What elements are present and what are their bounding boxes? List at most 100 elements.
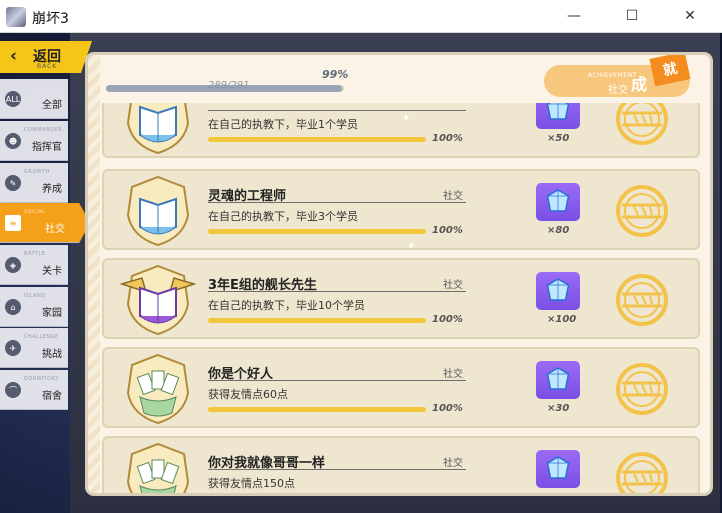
achievement-title-char-1: 成 xyxy=(631,75,648,94)
crystal-reward-icon xyxy=(536,103,580,129)
sidebar-item-label: 关卡 xyxy=(42,266,62,277)
sidebar-item-label: 宿舍 xyxy=(42,391,62,402)
book-emblem-icon xyxy=(118,103,198,155)
overall-progress-percent: 99% xyxy=(322,68,349,81)
sidebar-item-sublabel: DORMITORY xyxy=(24,376,59,382)
achievement-progress-bar xyxy=(208,137,426,142)
sidebar-item-challenge[interactable]: ✈ CHALLENGE 挑战 xyxy=(0,328,68,368)
sidebar-item-all[interactable]: ALL 全部 xyxy=(0,79,68,119)
achievement-progress-percent: 100% xyxy=(432,225,463,236)
achievement-progress-percent: 100% xyxy=(432,314,463,325)
achievement-card[interactable]: 你对我就像哥哥一样 社交 获得友情点150点 xyxy=(102,436,700,493)
back-sublabel: BACK xyxy=(37,63,58,70)
cards-emblem-icon xyxy=(118,353,198,425)
claimed-stamp-icon xyxy=(612,450,672,493)
achievement-description: 获得友情点60点 xyxy=(208,388,288,401)
crystal-reward-icon xyxy=(536,361,580,399)
sidebar-item-social[interactable]: ≡ SOCIAL 社交 xyxy=(0,203,90,243)
sidebar-item-label: 家园 xyxy=(42,308,62,319)
achievement-category: 社交 xyxy=(443,191,463,202)
achievement-en-label: ACHIEVEMENT xyxy=(588,72,637,79)
divider xyxy=(208,291,466,292)
book-emblem-icon xyxy=(118,175,198,247)
challenge-icon: ✈ xyxy=(5,340,21,356)
achievement-card[interactable]: 在自己的执教下，毕业1个学员 100% ×50 xyxy=(102,103,700,158)
window-title: 崩坏3 xyxy=(32,11,69,27)
achievement-progress-fill xyxy=(208,407,426,412)
minimize-button[interactable]: — xyxy=(551,0,597,32)
sidebar-item-label: 指挥官 xyxy=(32,142,62,153)
achievement-category: 社交 xyxy=(443,458,463,469)
achievement-description: 在自己的执教下，毕业10个学员 xyxy=(208,299,365,312)
overall-progress-count: 289/291 xyxy=(208,80,250,91)
sidebar-item-sublabel: GROWTH xyxy=(24,169,51,175)
achievement-description: 获得友情点150点 xyxy=(208,477,295,490)
achievement-card[interactable]: 灵魂的工程师 社交 在自己的执教下，毕业3个学员 100% ×80 xyxy=(102,169,700,250)
achievement-progress-bar xyxy=(208,318,426,323)
divider xyxy=(208,380,466,381)
chevron-left-icon: ‹ xyxy=(10,46,18,66)
claimed-stamp-icon xyxy=(612,103,672,147)
achievement-category-label: 社交 xyxy=(608,85,628,96)
crystal-reward-icon xyxy=(536,450,580,488)
sidebar-item-sublabel: BATTLE xyxy=(24,251,46,257)
achievement-progress-percent: 100% xyxy=(432,403,463,414)
reward-quantity: ×80 xyxy=(547,225,570,236)
sidebar-item-dorm[interactable]: ⌒ DORMITORY 宿舍 xyxy=(0,370,68,410)
all-icon: ALL xyxy=(5,91,21,107)
sidebar-item-label: 养成 xyxy=(42,184,62,195)
sidebar-item-sublabel: CHALLENGE xyxy=(24,334,59,340)
achievement-category: 社交 xyxy=(443,280,463,291)
home-icon: ⌂ xyxy=(5,299,21,315)
achievement-card[interactable]: 你是个好人 社交 获得友情点60点 100% ×30 xyxy=(102,347,700,428)
sidebar-item-growth[interactable]: ✎ GROWTH 养成 xyxy=(0,163,68,203)
achievement-list[interactable]: 在自己的执教下，毕业1个学员 100% ×50 灵魂的工程师 社交 在自己的执教下，毕业3… xyxy=(102,103,702,493)
achievement-card[interactable]: 3年E组的舰长先生 社交 在自己的执教下，毕业10个学员 100% ×100 xyxy=(102,258,700,339)
achievement-category: 社交 xyxy=(443,369,463,380)
crystal-reward-icon xyxy=(536,183,580,221)
achievement-progress-percent: 100% xyxy=(432,133,463,144)
achievement-progress-fill xyxy=(208,318,426,323)
battle-icon: ◈ xyxy=(5,257,21,273)
sidebar-item-sublabel: SOCIAL xyxy=(24,209,46,215)
reward-quantity: ×30 xyxy=(547,403,570,414)
game-viewport: ‹ 返回 BACK ALL 全部 ☻ COMMANDER 指挥官 ✎ GROWTH 养成 ≡ SO… xyxy=(0,33,722,513)
achievement-progress-fill xyxy=(208,137,426,142)
divider xyxy=(208,469,466,470)
sidebar-item-commander[interactable]: ☻ COMMANDER 指挥官 xyxy=(0,121,68,161)
reward-quantity: ×100 xyxy=(547,314,577,325)
reward-quantity: ×50 xyxy=(547,133,570,144)
achievement-panel: 99% 289/291 ACHIEVEMENT 社交 成 就 在自己的执教下，毕… xyxy=(88,55,710,493)
book-wings-emblem-icon xyxy=(118,264,198,336)
window-titlebar: 崩坏3 — ☐ ✕ xyxy=(0,0,722,33)
claimed-stamp-icon xyxy=(612,183,672,239)
dorm-icon: ⌒ xyxy=(5,382,21,398)
achievement-progress-bar xyxy=(208,407,426,412)
divider xyxy=(208,110,466,111)
close-button[interactable]: ✕ xyxy=(667,0,713,32)
achievement-progress-bar xyxy=(208,229,426,234)
sidebar-item-sublabel: COMMANDER xyxy=(24,127,63,133)
sidebar-item-label: 社交 xyxy=(45,224,65,235)
commander-icon: ☻ xyxy=(5,133,21,149)
divider xyxy=(208,202,466,203)
achievement-progress-fill xyxy=(208,229,426,234)
sidebar-item-label: 全部 xyxy=(42,100,62,111)
maximize-button[interactable]: ☐ xyxy=(609,0,655,32)
app-icon xyxy=(6,7,26,27)
sparkle-icon: ✦ xyxy=(402,113,411,124)
achievement-description: 在自己的执教下，毕业1个学员 xyxy=(208,118,358,131)
sidebar-item-home[interactable]: ⌂ ISLAND 家园 xyxy=(0,287,68,327)
sidebar-item-sublabel: ISLAND xyxy=(24,293,46,299)
sidebar-item-label: 挑战 xyxy=(42,349,62,360)
back-button[interactable]: ‹ 返回 BACK xyxy=(0,41,92,73)
achievement-description: 在自己的执教下，毕业3个学员 xyxy=(208,210,358,223)
sidebar-item-battle[interactable]: ◈ BATTLE 关卡 xyxy=(0,245,68,285)
social-icon: ≡ xyxy=(5,215,21,231)
crystal-reward-icon xyxy=(536,272,580,310)
cards-emblem-icon xyxy=(118,442,198,493)
sparkle-icon: ✦ xyxy=(407,241,416,252)
claimed-stamp-icon xyxy=(612,272,672,328)
growth-icon: ✎ xyxy=(5,175,21,191)
claimed-stamp-icon xyxy=(612,361,672,417)
